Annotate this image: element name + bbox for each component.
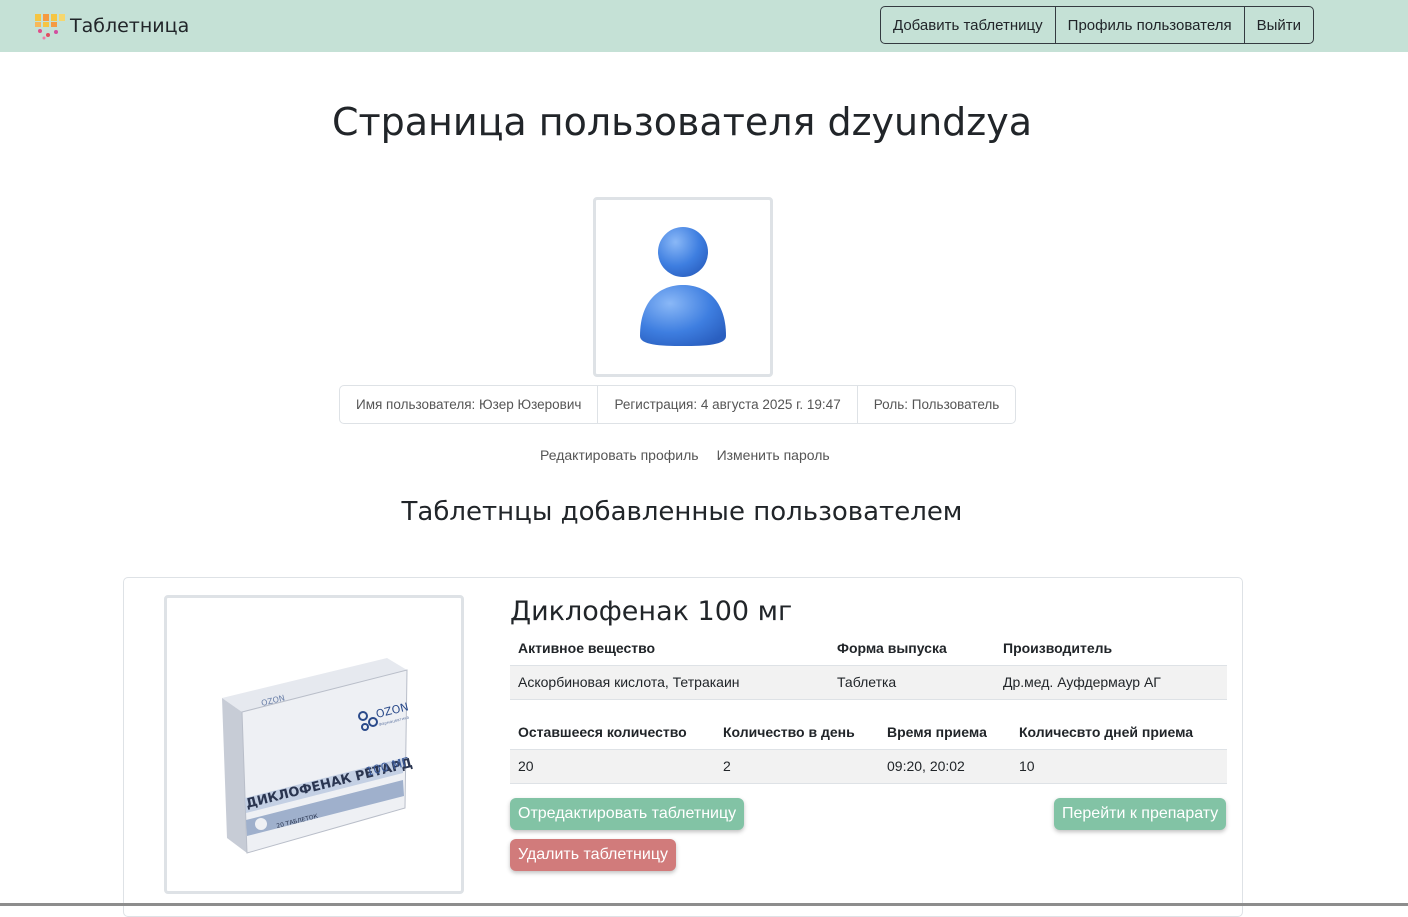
- registration-date: Регистрация: 4 августа 2025 г. 19:47: [597, 386, 856, 423]
- drug-info-table: Активное вещество Форма выпуска Производ…: [510, 631, 1227, 700]
- brand-link[interactable]: Таблетница: [34, 12, 189, 40]
- section-title: Таблетнцы добавленные пользователем: [401, 497, 963, 527]
- edit-profile-link[interactable]: Редактировать профиль: [540, 447, 699, 463]
- pillbox-card: OZON OZON Фармацевтика ДИКЛОФЕНАК РЕТАРД…: [123, 577, 1243, 917]
- column-header: Форма выпуска: [829, 631, 995, 666]
- column-header: Количество в день: [715, 715, 879, 750]
- intake-days: 10: [1011, 749, 1227, 784]
- release-form: Таблетка: [829, 665, 995, 700]
- table-row: Аскорбиновая кислота, Тетракаин Таблетка…: [510, 665, 1227, 700]
- column-header: Время приема: [879, 715, 1011, 750]
- drug-name: Диклофенак 100 мг: [510, 596, 793, 627]
- profile-links: Редактировать профиль Изменить пароль: [540, 447, 830, 463]
- user-icon: [640, 227, 726, 346]
- daily-quantity: 2: [715, 749, 879, 784]
- page-title: Страница пользователя dzyundzya: [331, 100, 1033, 144]
- drug-image: OZON OZON Фармацевтика ДИКЛОФЕНАК РЕТАРД…: [164, 595, 464, 894]
- user-full-name: Имя пользователя: Юзер Юзерович: [356, 397, 582, 412]
- intake-time: 09:20, 20:02: [879, 749, 1011, 784]
- avatar: [593, 197, 773, 377]
- user-profile-button[interactable]: Профиль пользователя: [1054, 7, 1244, 43]
- change-password-link[interactable]: Изменить пароль: [717, 447, 830, 463]
- add-pillbox-button[interactable]: Добавить таблетницу: [881, 7, 1055, 43]
- navbar: Таблетница Добавить таблетницу Профиль п…: [0, 0, 1408, 52]
- edit-pillbox-button[interactable]: Отредактировать таблетницу: [510, 798, 745, 830]
- table-row: 20 2 09:20, 20:02 10: [510, 749, 1227, 784]
- user-role: Роль: Пользователь: [856, 386, 1016, 423]
- schedule-table: Оставшееся количество Количество в день …: [510, 715, 1227, 784]
- user-info-bar: Имя пользователя: Юзер Юзерович Регистра…: [339, 385, 1017, 424]
- column-header: Активное вещество: [510, 631, 829, 666]
- column-header: Производитель: [995, 631, 1227, 666]
- active-substance: Аскорбиновая кислота, Тетракаин: [510, 665, 829, 700]
- delete-pillbox-button[interactable]: Удалить таблетницу: [510, 839, 676, 871]
- pill-box-logo-icon: [35, 14, 65, 40]
- manufacturer: Др.мед. Ауфдермаур АГ: [995, 665, 1227, 700]
- go-to-drug-button[interactable]: Перейти к препарату: [1054, 798, 1227, 830]
- brand-name: Таблетница: [70, 15, 190, 37]
- nav-button-group: Добавить таблетницу Профиль пользователя…: [880, 6, 1314, 44]
- logout-button[interactable]: Выйти: [1243, 7, 1313, 43]
- column-header: Количесвто дней приема: [1011, 715, 1227, 750]
- column-header: Оставшееся количество: [510, 715, 715, 750]
- remaining-quantity: 20: [510, 749, 715, 784]
- drug-package-image: OZON OZON Фармацевтика ДИКЛОФЕНАК РЕТАРД…: [222, 658, 414, 854]
